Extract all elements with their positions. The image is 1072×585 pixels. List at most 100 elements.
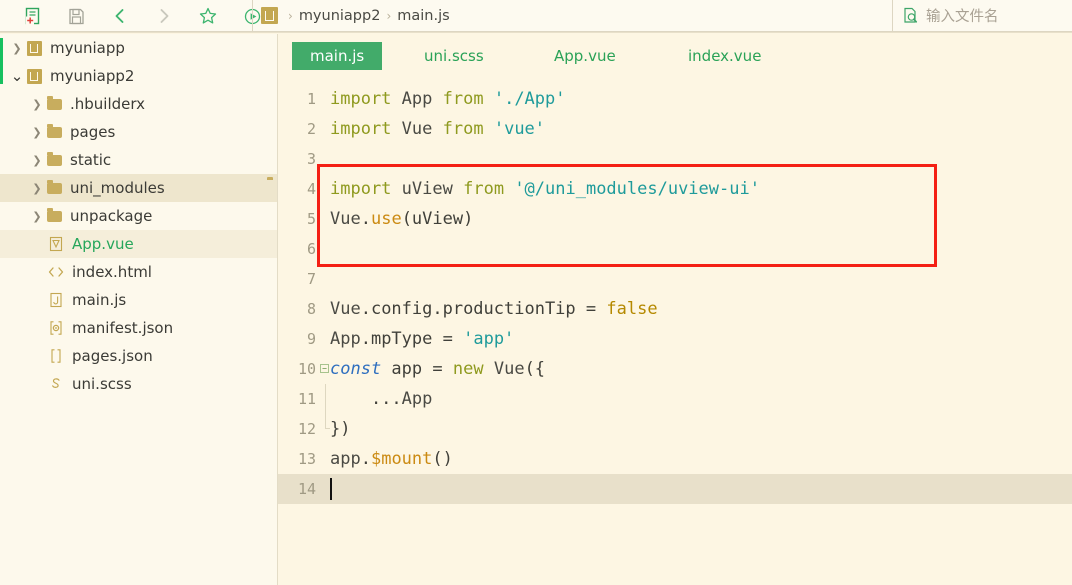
code-line-text: const app = new Vue({: [330, 354, 545, 384]
code-token: Vue: [330, 209, 361, 229]
code-line[interactable]: 10− const app = new Vue({: [278, 354, 1072, 384]
code-token: =: [585, 299, 597, 319]
code-line[interactable]: 2 import Vue from 'vue': [278, 114, 1072, 144]
chevron-right-icon[interactable]: ❯: [10, 34, 24, 62]
editor-tab-index-vue[interactable]: index.vue: [670, 42, 779, 70]
line-number: 4: [306, 180, 316, 198]
line-number: 8: [306, 300, 316, 318]
breadcrumb[interactable]: › myuniapp2 › main.js: [252, 0, 450, 32]
code-line[interactable]: 11 ...App: [278, 384, 1072, 414]
code-token: from: [442, 119, 484, 139]
chevron-right-icon[interactable]: ❯: [30, 202, 44, 230]
project-explorer[interactable]: ❯ myuniapp ⌄ myuniapp2 ❯ .hbuilderx ❯ pages ❯ sta…: [0, 34, 277, 585]
star-icon: [199, 7, 217, 24]
tree-item-main-js[interactable]: main.js: [0, 286, 277, 314]
editor-pane: main.js uni.scss App.vue index.vue 1 import …: [278, 34, 1072, 585]
code-line[interactable]: 13 app.$mount(): [278, 444, 1072, 474]
toolbar-divider-shadow: [0, 32, 1072, 33]
tree-item-static[interactable]: ❯ static: [0, 146, 277, 174]
code-line[interactable]: 1 import App from './App': [278, 84, 1072, 114]
navigate-forward-button[interactable]: [142, 1, 186, 31]
chevron-down-icon[interactable]: ⌄: [10, 62, 24, 90]
tree-item-uni-modules[interactable]: ❯ uni_modules: [0, 174, 277, 202]
code-line[interactable]: 14: [278, 474, 1072, 504]
code-token: import: [330, 89, 392, 109]
code-line[interactable]: 6: [278, 234, 1072, 264]
folder-icon: [44, 146, 64, 174]
editor-tab-label: App.vue: [554, 47, 616, 65]
editor-tab-uni-scss[interactable]: uni.scss: [406, 42, 502, 70]
breadcrumb-separator: ›: [386, 8, 392, 23]
top-toolbar: › myuniapp2 › main.js 输入文件名: [0, 0, 1072, 33]
navigate-back-button[interactable]: [98, 1, 142, 31]
tree-item-label: main.js: [72, 290, 127, 309]
code-line[interactable]: 4 import uView from '@/uni_modules/uview-…: [278, 174, 1072, 204]
file-search-box[interactable]: 输入文件名: [892, 0, 1072, 32]
uniapp-project-icon: [261, 7, 278, 24]
code-token: .: [360, 449, 371, 469]
code-token: .: [360, 209, 371, 229]
tree-item-uni-scss[interactable]: uni.scss: [0, 370, 277, 398]
line-number: 12: [297, 420, 316, 438]
code-token: Vue: [330, 299, 361, 319]
tree-item-pages-json[interactable]: pages.json: [0, 342, 277, 370]
code-line[interactable]: 7: [278, 264, 1072, 294]
code-line[interactable]: 12}): [278, 414, 1072, 444]
code-token: import: [330, 179, 392, 199]
folder-icon: [44, 174, 64, 202]
code-line[interactable]: 9 App.mpType = 'app': [278, 324, 1072, 354]
tree-item-index-html[interactable]: index.html: [0, 258, 277, 286]
code-token: import: [330, 119, 392, 139]
editor-tab-main-js[interactable]: main.js: [292, 42, 383, 70]
tree-item-myuniapp[interactable]: ❯ myuniapp: [0, 34, 277, 62]
code-fold-toggle[interactable]: −: [320, 364, 329, 373]
tree-item-unpackage[interactable]: ❯ unpackage: [0, 202, 277, 230]
folder-icon: [44, 90, 64, 118]
forward-chevron-icon: [160, 9, 169, 23]
code-token: =: [442, 329, 453, 349]
code-token: 'vue': [493, 119, 546, 139]
code-line[interactable]: 3: [278, 144, 1072, 174]
chevron-right-icon[interactable]: ❯: [30, 174, 44, 202]
code-line[interactable]: 5 Vue.use(uView): [278, 204, 1072, 234]
tree-item-hbuilderx[interactable]: ❯ .hbuilderx: [0, 90, 277, 118]
new-file-button[interactable]: [10, 1, 54, 31]
line-number: 13: [297, 450, 316, 468]
code-line[interactable]: 8 Vue.config.productionTip = false: [278, 294, 1072, 324]
tree-item-app-vue[interactable]: App.vue: [0, 230, 277, 258]
breadcrumb-separator: ›: [288, 8, 293, 23]
bookmark-button[interactable]: [186, 1, 230, 31]
save-button[interactable]: [54, 1, 98, 31]
code-line-text: import App from './App': [330, 84, 566, 114]
chevron-right-icon[interactable]: ❯: [30, 118, 44, 146]
code-token: Vue: [493, 359, 525, 379]
line-number: 6: [306, 240, 316, 258]
manifest-file-icon: [46, 314, 66, 342]
code-token: $mount: [370, 449, 433, 469]
code-area[interactable]: 1 import App from './App' 2 import Vue from…: [278, 84, 1072, 585]
tree-item-manifest-json[interactable]: manifest.json: [0, 314, 277, 342]
vue-file-icon: [46, 230, 66, 258]
file-search-placeholder: 输入文件名: [926, 9, 999, 25]
tree-item-myuniapp2[interactable]: ⌄ myuniapp2: [0, 62, 277, 90]
scss-file-icon: [46, 370, 66, 398]
code-token: App: [401, 89, 433, 109]
breadcrumb-item-project[interactable]: myuniapp2: [299, 8, 381, 24]
chevron-right-icon[interactable]: ❯: [30, 146, 44, 174]
line-number: 3: [306, 150, 316, 168]
tree-item-label: myuniapp: [50, 38, 125, 57]
tree-item-pages[interactable]: ❯ pages: [0, 118, 277, 146]
code-line-text: import Vue from 'vue': [330, 114, 545, 144]
editor-tab-app-vue[interactable]: App.vue: [536, 42, 634, 70]
chevron-right-icon[interactable]: ❯: [30, 90, 44, 118]
editor-tab-label: main.js: [310, 47, 365, 65]
line-number: 10: [297, 360, 316, 378]
breadcrumb-item-file[interactable]: main.js: [397, 8, 449, 24]
code-token: const: [330, 359, 382, 379]
json-file-icon: [46, 342, 66, 370]
